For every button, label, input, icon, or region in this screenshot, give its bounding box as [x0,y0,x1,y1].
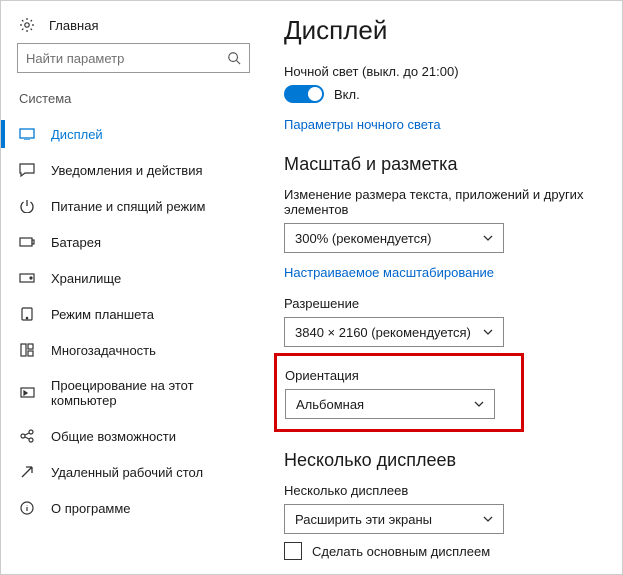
orientation-label: Ориентация [285,368,513,383]
sidebar-item-notifications[interactable]: Уведомления и действия [1,152,266,188]
chevron-down-icon [474,401,484,407]
scale-heading: Масштаб и разметка [284,154,602,175]
night-light-toggle[interactable] [284,85,324,103]
sidebar-item-battery[interactable]: Батарея [1,224,266,260]
chevron-down-icon [483,235,493,241]
nav-label: Удаленный рабочий стол [51,465,203,480]
multi-label: Несколько дисплеев [284,483,602,498]
nav-label: Батарея [51,235,101,250]
multitask-icon [19,342,35,358]
orientation-highlight: Ориентация Альбомная [274,353,524,432]
display-icon [19,126,35,142]
page-title: Дисплей [284,15,602,46]
sidebar-item-projecting[interactable]: Проецирование на этот компьютер [1,368,266,418]
tablet-icon [19,306,35,322]
scale-value: 300% (рекомендуется) [295,231,431,246]
nav-label: Режим планшета [51,307,154,322]
gear-icon [19,17,35,33]
message-icon [19,162,35,178]
multi-dropdown[interactable]: Расширить эти экраны [284,504,504,534]
share-icon [19,428,35,444]
nav-label: Хранилище [51,271,121,286]
sidebar: Главная Система Дисплей Уведомления и де… [1,1,266,574]
remote-icon [19,464,35,480]
nav-label: Общие возможности [51,429,176,444]
info-icon [19,500,35,516]
power-icon [19,198,35,214]
custom-scaling-link[interactable]: Настраиваемое масштабирование [284,265,494,280]
search-icon [227,51,241,65]
storage-icon [19,270,35,286]
resolution-dropdown[interactable]: 3840 × 2160 (рекомендуется) [284,317,504,347]
nav-label: Уведомления и действия [51,163,203,178]
sidebar-item-shared[interactable]: Общие возможности [1,418,266,454]
orientation-dropdown[interactable]: Альбомная [285,389,495,419]
sidebar-item-about[interactable]: О программе [1,490,266,526]
battery-icon [19,234,35,250]
chevron-down-icon [483,516,493,522]
sidebar-item-display[interactable]: Дисплей [1,116,266,152]
nav-label: Проецирование на этот компьютер [51,378,248,408]
checkbox-label: Сделать основным дисплеем [312,544,490,559]
main-content: Дисплей Ночной свет (выкл. до 21:00) Вкл… [266,1,622,574]
resolution-label: Разрешение [284,296,602,311]
home-label: Главная [49,18,98,33]
project-icon [19,385,35,401]
sidebar-item-remote[interactable]: Удаленный рабочий стол [1,454,266,490]
sidebar-item-tablet[interactable]: Режим планшета [1,296,266,332]
night-light-label: Ночной свет (выкл. до 21:00) [284,64,602,79]
chevron-down-icon [483,329,493,335]
group-label: Система [1,91,266,116]
sidebar-item-storage[interactable]: Хранилище [1,260,266,296]
resolution-value: 3840 × 2160 (рекомендуется) [295,325,471,340]
nav-label: Питание и спящий режим [51,199,205,214]
sidebar-item-multitask[interactable]: Многозадачность [1,332,266,368]
toggle-state: Вкл. [334,87,360,102]
search-input[interactable] [17,43,250,73]
home-link[interactable]: Главная [1,13,266,43]
nav-label: Дисплей [51,127,103,142]
sidebar-item-power[interactable]: Питание и спящий режим [1,188,266,224]
multi-heading: Несколько дисплеев [284,450,602,471]
night-light-settings-link[interactable]: Параметры ночного света [284,117,441,132]
nav-label: О программе [51,501,131,516]
search-field[interactable] [26,51,227,66]
orientation-value: Альбомная [296,397,364,412]
nav-label: Многозадачность [51,343,156,358]
scale-label: Изменение размера текста, приложений и д… [284,187,602,217]
primary-display-checkbox[interactable] [284,542,302,560]
scale-dropdown[interactable]: 300% (рекомендуется) [284,223,504,253]
multi-value: Расширить эти экраны [295,512,432,527]
